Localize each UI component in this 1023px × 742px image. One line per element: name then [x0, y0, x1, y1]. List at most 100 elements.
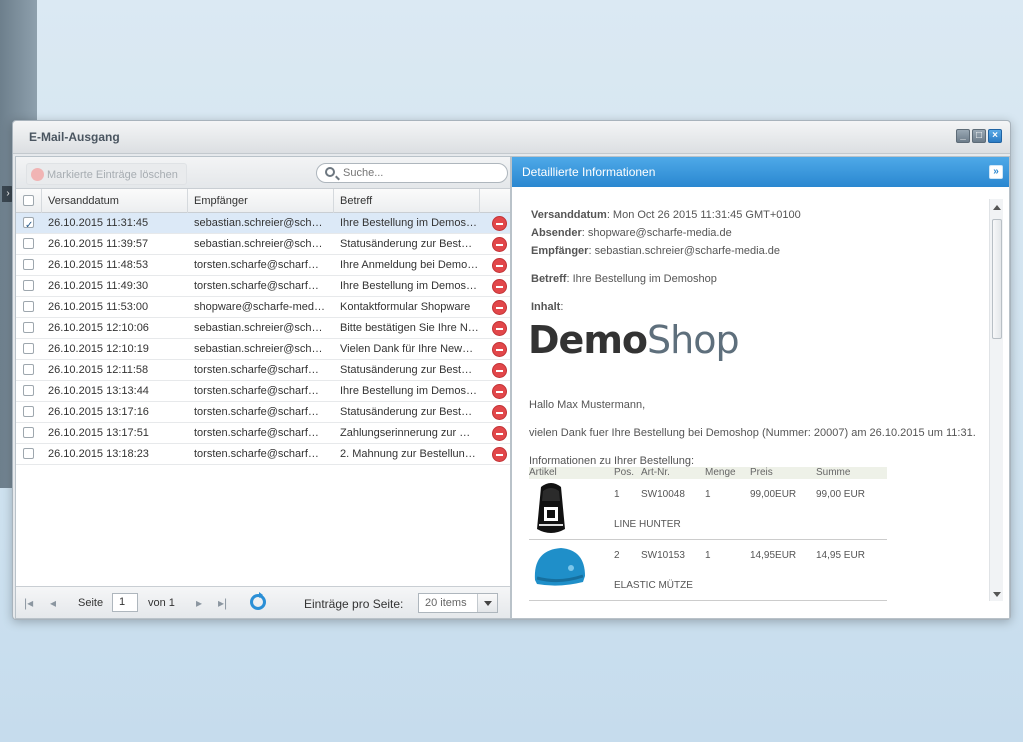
- column-header-actions: [480, 189, 508, 213]
- column-header-date[interactable]: Versanddatum: [42, 189, 188, 213]
- row-checkbox[interactable]: [23, 406, 34, 417]
- detail-panel: Detaillierte Informationen » Versanddatu…: [511, 156, 1010, 619]
- table-row[interactable]: 26.10.2015 11:31:45 sebastian.schreier@sc…: [16, 213, 510, 234]
- row-checkbox[interactable]: [23, 343, 34, 354]
- content-colon: :: [560, 301, 564, 313]
- cell-recipient: sebastian.schreier@sch…: [194, 322, 323, 334]
- subject-line: Betreff: Ihre Bestellung im Demoshop: [531, 273, 717, 285]
- cell-date: 26.10.2015 13:18:23: [48, 448, 149, 460]
- order-item: 1 SW10048 1 99,00EUR 99,00 EUR LINE HUNT…: [529, 479, 887, 540]
- table-row[interactable]: 26.10.2015 13:13:44 torsten.scharfe@schar…: [16, 381, 510, 402]
- item-price: 14,95EUR: [750, 550, 797, 561]
- cell-subject: Bitte bestätigen Sie Ihre N…: [340, 322, 479, 334]
- row-checkbox[interactable]: [23, 301, 34, 312]
- minimize-icon[interactable]: _: [956, 129, 970, 143]
- next-page-icon[interactable]: ▸: [196, 596, 202, 610]
- delete-row-icon[interactable]: [492, 384, 507, 399]
- per-page-label: Einträge pro Seite:: [304, 597, 404, 611]
- cell-subject: Ihre Anmeldung bei Demo…: [340, 259, 479, 271]
- search-input[interactable]: [343, 166, 503, 180]
- sender-line: Absender: shopware@scharfe-media.de: [531, 227, 732, 239]
- item-artnr: SW10153: [641, 550, 685, 561]
- order-col-price: Preis: [750, 467, 773, 478]
- row-select-cell: [16, 276, 42, 297]
- delete-row-icon[interactable]: [492, 321, 507, 336]
- cell-recipient: torsten.scharfe@scharf…: [194, 427, 319, 439]
- delete-row-cell: [480, 255, 508, 276]
- delete-row-cell: [480, 234, 508, 255]
- table-row[interactable]: 26.10.2015 11:48:53 torsten.scharfe@schar…: [16, 255, 510, 276]
- table-row[interactable]: 26.10.2015 13:18:23 torsten.scharfe@schar…: [16, 444, 510, 465]
- delete-row-icon[interactable]: [492, 258, 507, 273]
- table-row[interactable]: 26.10.2015 11:53:00 shopware@scharfe-med……: [16, 297, 510, 318]
- delete-row-icon[interactable]: [492, 300, 507, 315]
- window-titlebar[interactable]: E-Mail-Ausgang _ □ ×: [13, 121, 1010, 154]
- maximize-icon[interactable]: □: [972, 129, 986, 143]
- column-header-subject[interactable]: Betreff: [334, 189, 480, 213]
- table-row[interactable]: 26.10.2015 12:11:58 torsten.scharfe@schar…: [16, 360, 510, 381]
- per-page-value: 20 items: [425, 597, 467, 609]
- detail-body: Versanddatum: Mon Oct 26 2015 11:31:45 G…: [512, 187, 1009, 618]
- delete-selected-button[interactable]: Markierte Einträge löschen: [26, 163, 187, 185]
- window-controls: _ □ ×: [956, 129, 1002, 143]
- cell-date: 26.10.2015 11:31:45: [48, 217, 149, 229]
- table-row[interactable]: 26.10.2015 12:10:19 sebastian.schreier@sc…: [16, 339, 510, 360]
- close-icon[interactable]: ×: [988, 129, 1002, 143]
- row-checkbox[interactable]: [23, 448, 34, 459]
- logo-text-bold: Demo: [528, 318, 648, 362]
- detail-scrollbar[interactable]: [989, 199, 1003, 601]
- cell-date: 26.10.2015 11:49:30: [48, 280, 149, 292]
- item-pos: 2: [614, 550, 620, 561]
- row-checkbox[interactable]: [23, 215, 34, 234]
- prev-page-icon[interactable]: ◂: [50, 596, 56, 610]
- row-select-cell: [16, 297, 42, 318]
- delete-row-icon[interactable]: [492, 216, 507, 231]
- row-select-cell: [16, 318, 42, 339]
- delete-row-icon[interactable]: [492, 426, 507, 441]
- row-checkbox[interactable]: [23, 280, 34, 291]
- row-checkbox[interactable]: [23, 385, 34, 396]
- scroll-up-icon[interactable]: [993, 205, 1001, 210]
- row-checkbox[interactable]: [23, 364, 34, 375]
- cell-subject: Ihre Bestellung im Demos…: [340, 280, 477, 292]
- subject-label: Betreff: [531, 273, 567, 285]
- table-row[interactable]: 26.10.2015 11:39:57 sebastian.schreier@sc…: [16, 234, 510, 255]
- cell-subject: Statusänderung zur Best…: [340, 364, 473, 376]
- row-checkbox[interactable]: [23, 259, 34, 270]
- row-checkbox[interactable]: [23, 238, 34, 249]
- search-icon: [325, 167, 335, 177]
- table-row[interactable]: 26.10.2015 11:49:30 torsten.scharfe@schar…: [16, 276, 510, 297]
- row-checkbox[interactable]: [23, 322, 34, 333]
- chevron-down-icon[interactable]: [477, 594, 497, 612]
- delete-row-icon[interactable]: [492, 405, 507, 420]
- scroll-thumb[interactable]: [992, 219, 1002, 339]
- cell-recipient: torsten.scharfe@scharf…: [194, 385, 319, 397]
- row-select-cell: [16, 234, 42, 255]
- cell-recipient: sebastian.schreier@sch…: [194, 238, 323, 250]
- item-qty: 1: [705, 550, 711, 561]
- table-row[interactable]: 26.10.2015 13:17:16 torsten.scharfe@schar…: [16, 402, 510, 423]
- table-row[interactable]: 26.10.2015 13:17:51 torsten.scharfe@schar…: [16, 423, 510, 444]
- first-page-icon[interactable]: |◂: [24, 596, 33, 610]
- table-row[interactable]: 26.10.2015 12:10:06 sebastian.schreier@sc…: [16, 318, 510, 339]
- delete-row-icon[interactable]: [492, 447, 507, 462]
- last-page-icon[interactable]: ▸|: [218, 596, 227, 610]
- grid-header: Versanddatum Empfänger Betreff: [16, 189, 510, 213]
- per-page-select[interactable]: 20 items: [418, 593, 498, 613]
- select-all-checkbox[interactable]: [23, 195, 34, 206]
- delete-row-icon[interactable]: [492, 363, 507, 378]
- scroll-down-icon[interactable]: [993, 592, 1001, 597]
- delete-row-icon[interactable]: [492, 342, 507, 357]
- row-checkbox[interactable]: [23, 427, 34, 438]
- cell-recipient: torsten.scharfe@scharf…: [194, 259, 319, 271]
- delete-row-icon[interactable]: [492, 279, 507, 294]
- collapse-panel-icon[interactable]: »: [989, 165, 1003, 179]
- delete-row-cell: [480, 297, 508, 318]
- sender-label: Absender: [531, 227, 582, 239]
- delete-row-icon[interactable]: [492, 237, 507, 252]
- item-sum: 99,00 EUR: [816, 489, 865, 500]
- search-box[interactable]: [316, 163, 508, 183]
- page-number-input[interactable]: 1: [112, 593, 138, 612]
- refresh-icon[interactable]: [250, 592, 266, 610]
- column-header-recipient[interactable]: Empfänger: [188, 189, 334, 213]
